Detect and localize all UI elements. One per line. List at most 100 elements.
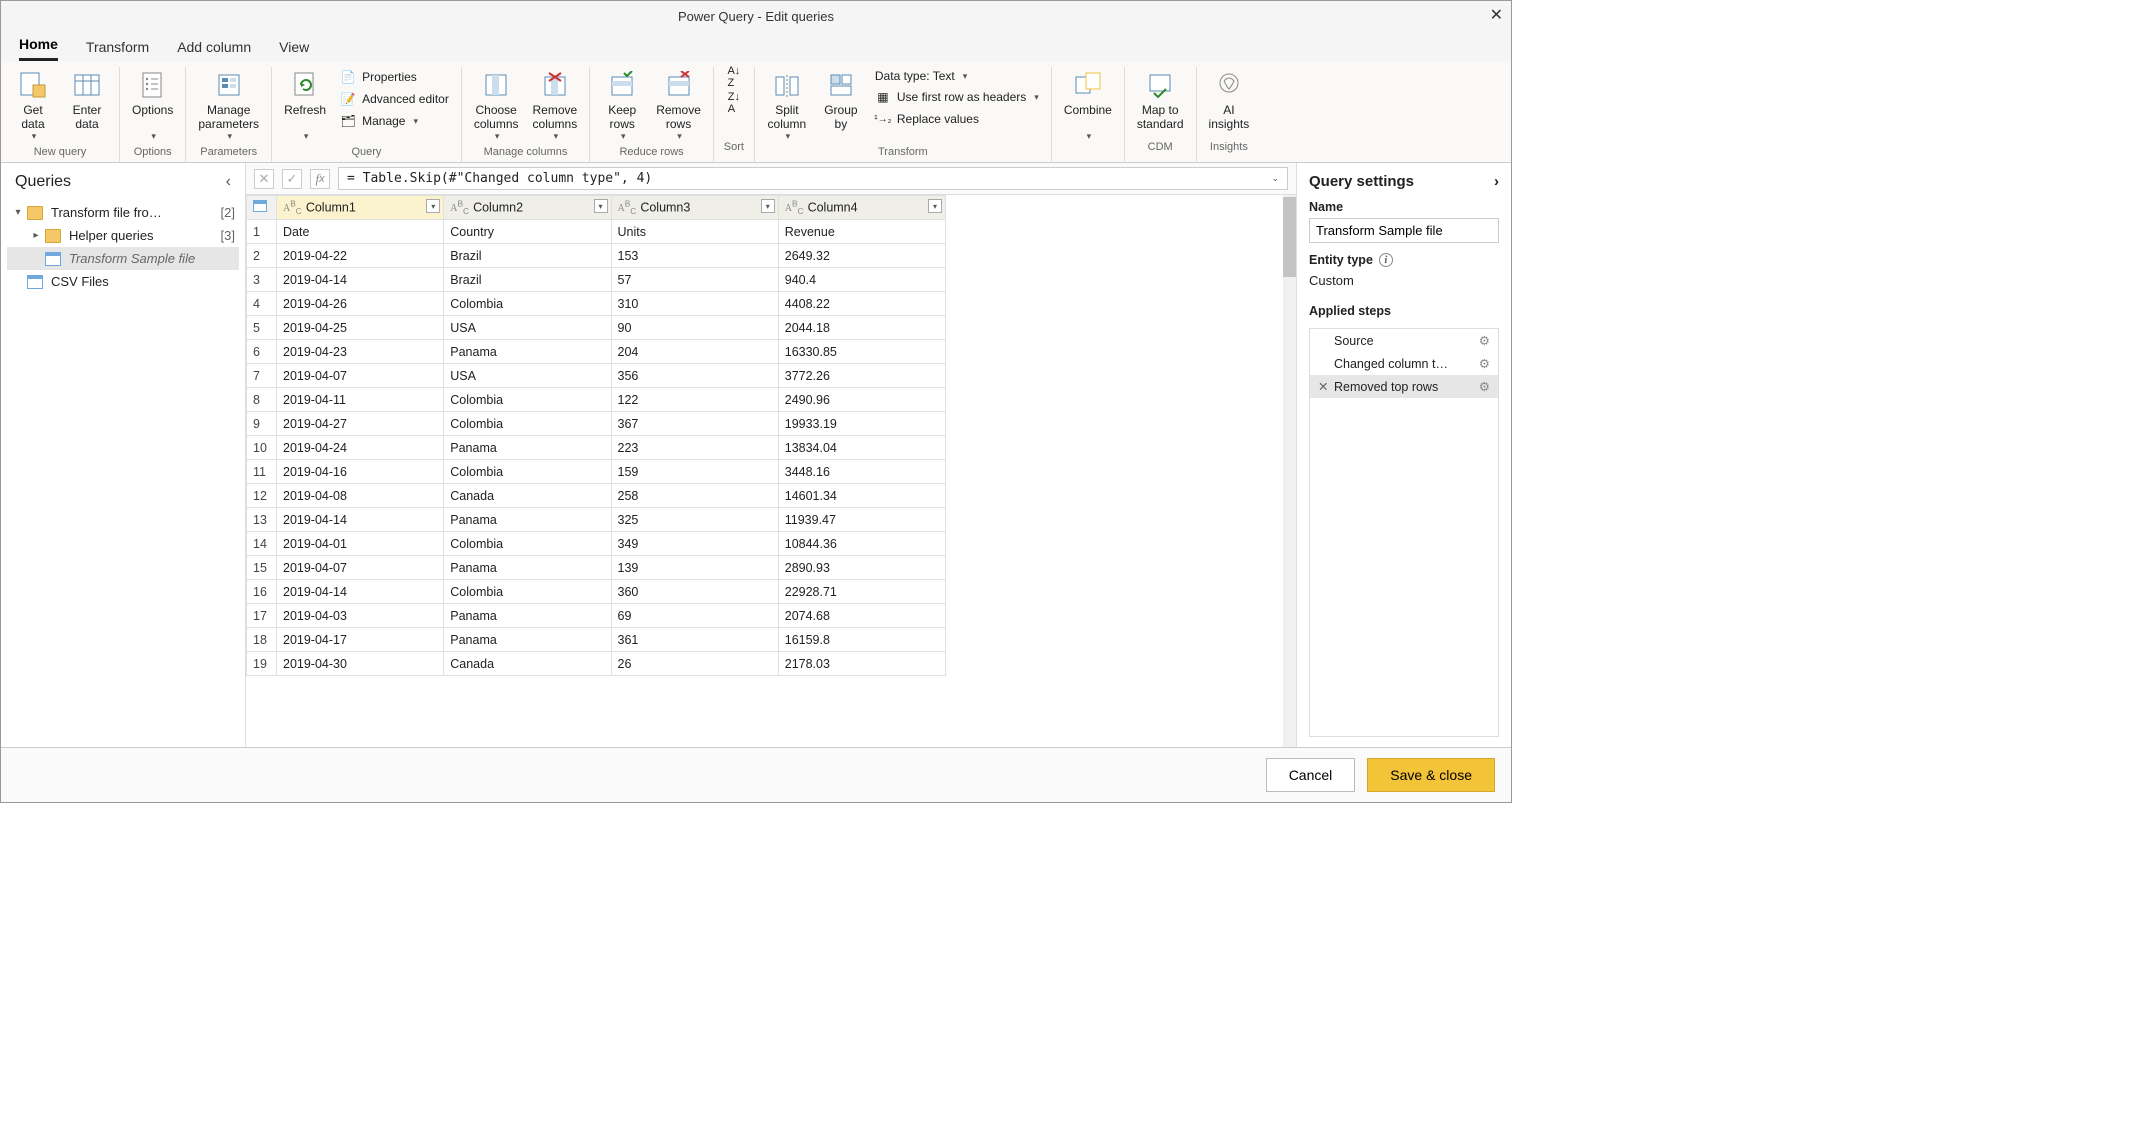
manage-parameters-button[interactable]: Manage parameters▾: [194, 67, 263, 144]
cell[interactable]: 2019-04-22: [277, 244, 444, 268]
cell[interactable]: 2649.32: [778, 244, 945, 268]
query-name-input[interactable]: [1309, 218, 1499, 243]
table-row[interactable]: 122019-04-08Canada25814601.34: [247, 484, 946, 508]
cell[interactable]: Colombia: [444, 460, 611, 484]
gear-icon[interactable]: ⚙: [1479, 356, 1490, 371]
table-row[interactable]: 22019-04-22Brazil1532649.32: [247, 244, 946, 268]
cell[interactable]: 2019-04-25: [277, 316, 444, 340]
cell[interactable]: USA: [444, 364, 611, 388]
column-filter-icon[interactable]: ▾: [594, 199, 608, 213]
cell[interactable]: Revenue: [778, 220, 945, 244]
close-icon[interactable]: ✕: [1490, 5, 1503, 25]
cell[interactable]: 2019-04-07: [277, 556, 444, 580]
table-row[interactable]: 162019-04-14Colombia36022928.71: [247, 580, 946, 604]
row-number[interactable]: 12: [247, 484, 277, 508]
cell[interactable]: Panama: [444, 556, 611, 580]
table-row[interactable]: 192019-04-30Canada262178.03: [247, 652, 946, 676]
cell[interactable]: 2019-04-07: [277, 364, 444, 388]
cell[interactable]: 223: [611, 436, 778, 460]
delete-step-icon[interactable]: ✕: [1318, 379, 1330, 394]
cell[interactable]: 57: [611, 268, 778, 292]
row-number[interactable]: 13: [247, 508, 277, 532]
table-row[interactable]: 102019-04-24Panama22313834.04: [247, 436, 946, 460]
tab-transform[interactable]: Transform: [86, 39, 149, 61]
cell[interactable]: 325: [611, 508, 778, 532]
select-all-cell[interactable]: [247, 196, 277, 220]
row-number[interactable]: 5: [247, 316, 277, 340]
combine-button[interactable]: Combine▾: [1060, 67, 1116, 144]
cell[interactable]: 19933.19: [778, 412, 945, 436]
cell[interactable]: 940.4: [778, 268, 945, 292]
row-number[interactable]: 10: [247, 436, 277, 460]
cell[interactable]: Colombia: [444, 388, 611, 412]
table-row[interactable]: 182019-04-17Panama36116159.8: [247, 628, 946, 652]
applied-step[interactable]: Source⚙: [1310, 329, 1498, 352]
table-row[interactable]: 92019-04-27Colombia36719933.19: [247, 412, 946, 436]
expand-icon[interactable]: ▾: [13, 207, 23, 218]
row-number[interactable]: 1: [247, 220, 277, 244]
query-item[interactable]: ▸Helper queries[3]: [7, 224, 239, 247]
cell[interactable]: 2019-04-14: [277, 508, 444, 532]
cell[interactable]: 2019-04-01: [277, 532, 444, 556]
tab-view[interactable]: View: [279, 39, 309, 61]
data-type-button[interactable]: Data type: Text▾: [871, 67, 1043, 85]
row-number[interactable]: 14: [247, 532, 277, 556]
table-row[interactable]: 172019-04-03Panama692074.68: [247, 604, 946, 628]
table-row[interactable]: 72019-04-07USA3563772.26: [247, 364, 946, 388]
collapse-icon[interactable]: ▸: [31, 230, 41, 241]
row-number[interactable]: 15: [247, 556, 277, 580]
cell[interactable]: Panama: [444, 628, 611, 652]
cell[interactable]: 2019-04-14: [277, 580, 444, 604]
row-number[interactable]: 3: [247, 268, 277, 292]
cell[interactable]: 139: [611, 556, 778, 580]
data-grid[interactable]: ABCColumn1▾ABCColumn2▾ABCColumn3▾ABCColu…: [246, 195, 1296, 747]
cell[interactable]: Brazil: [444, 268, 611, 292]
cell[interactable]: Canada: [444, 484, 611, 508]
properties-button[interactable]: 📄Properties: [336, 67, 453, 87]
table-row[interactable]: 152019-04-07Panama1392890.93: [247, 556, 946, 580]
table-row[interactable]: 142019-04-01Colombia34910844.36: [247, 532, 946, 556]
row-number[interactable]: 2: [247, 244, 277, 268]
advanced-editor-button[interactable]: 📝Advanced editor: [336, 89, 453, 109]
gear-icon[interactable]: ⚙: [1479, 379, 1490, 394]
map-to-standard-button[interactable]: Map to standard: [1133, 67, 1188, 133]
cell[interactable]: 2019-04-24: [277, 436, 444, 460]
row-number[interactable]: 4: [247, 292, 277, 316]
query-item[interactable]: ▾Transform file fro…[2]: [7, 201, 239, 224]
cell[interactable]: 258: [611, 484, 778, 508]
manage-button[interactable]: 🗂Manage▾: [336, 111, 453, 131]
cancel-button[interactable]: Cancel: [1266, 758, 1356, 792]
cell[interactable]: 2019-04-03: [277, 604, 444, 628]
row-number[interactable]: 18: [247, 628, 277, 652]
choose-columns-button[interactable]: Choose columns▾: [470, 67, 523, 144]
cell[interactable]: Colombia: [444, 532, 611, 556]
cell[interactable]: 2019-04-08: [277, 484, 444, 508]
query-item[interactable]: Transform Sample file: [7, 247, 239, 270]
cell[interactable]: 356: [611, 364, 778, 388]
cell[interactable]: 367: [611, 412, 778, 436]
cell[interactable]: 2490.96: [778, 388, 945, 412]
replace-values-button[interactable]: ¹→₂Replace values: [871, 109, 1043, 129]
table-row[interactable]: 52019-04-25USA902044.18: [247, 316, 946, 340]
row-number[interactable]: 6: [247, 340, 277, 364]
cell[interactable]: 4408.22: [778, 292, 945, 316]
row-number[interactable]: 19: [247, 652, 277, 676]
info-icon[interactable]: i: [1379, 253, 1393, 267]
cell[interactable]: 16330.85: [778, 340, 945, 364]
cell[interactable]: 2019-04-30: [277, 652, 444, 676]
cell[interactable]: 16159.8: [778, 628, 945, 652]
save-close-button[interactable]: Save & close: [1367, 758, 1495, 792]
cell[interactable]: Canada: [444, 652, 611, 676]
row-number[interactable]: 8: [247, 388, 277, 412]
group-by-button[interactable]: Group by: [817, 67, 865, 133]
cell[interactable]: 13834.04: [778, 436, 945, 460]
cell[interactable]: 2019-04-17: [277, 628, 444, 652]
formula-expand-icon[interactable]: ⌄: [1271, 173, 1279, 184]
cell[interactable]: 10844.36: [778, 532, 945, 556]
cell[interactable]: 2890.93: [778, 556, 945, 580]
cell[interactable]: Panama: [444, 340, 611, 364]
cell[interactable]: Panama: [444, 604, 611, 628]
cell[interactable]: Colombia: [444, 580, 611, 604]
cell[interactable]: Units: [611, 220, 778, 244]
table-row[interactable]: 82019-04-11Colombia1222490.96: [247, 388, 946, 412]
